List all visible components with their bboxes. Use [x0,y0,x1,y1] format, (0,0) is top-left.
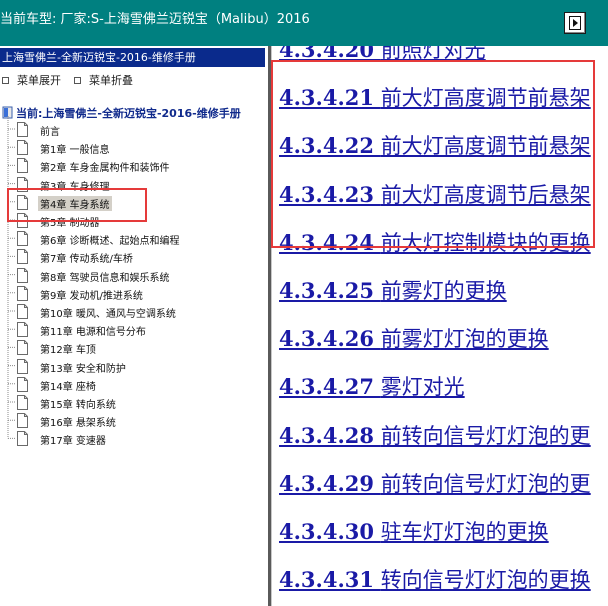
document-icon [17,395,28,410]
document-icon [17,322,28,338]
section-number: 4.3.4.30 [279,519,374,544]
navigate-button[interactable] [564,12,586,34]
tree-item-label: 第17章 变速器 [40,436,106,448]
document-icon [17,413,28,429]
document-icon [17,340,28,356]
section-title: 雾灯对光 [380,375,465,400]
document-icon [17,231,28,247]
section-link[interactable]: 4.3.4.29 前转向信号灯灯泡的更 [279,468,591,498]
section-link[interactable]: 4.3.4.28 前转向信号灯灯泡的更 [279,420,591,450]
section-link[interactable]: 4.3.4.30 驻车灯灯泡的更换 [279,516,549,546]
tree-item-label: 第13章 安全和防护 [40,363,126,375]
section-title: 前转向信号灯灯泡的更 [380,423,591,448]
section-title: 前雾灯灯泡的更换 [380,327,549,352]
tree-item-label: 第8章 驾驶员信息和娱乐系统 [40,272,170,284]
section-link[interactable]: 4.3.4.25 前雾灯的更换 [279,275,507,305]
tree-item-label: 第14章 座椅 [40,381,96,393]
document-icon [17,358,28,374]
sidebar: 上海雪佛兰-全新迈锐宝-2016-维修手册 菜单展开 菜单折叠 当前:上海雪佛兰… [0,46,268,606]
document-icon [17,376,28,392]
section-title: 转向信号灯灯泡的更换 [380,568,591,593]
tree-item-label: 第15章 转向系统 [40,400,116,411]
tree-item-label: 前言 [40,127,60,138]
document-icon [17,431,28,447]
section-number: 4.3.4.27 [279,374,374,400]
tree-item-label: 第7章 传动系统/车桥 [40,254,133,266]
section-link[interactable]: 4.3.4.26 前雾灯灯泡的更换 [279,323,549,353]
section-number: 4.3.4.28 [279,422,374,448]
highlight-box-sections [271,60,595,248]
tree-item-label: 第2章 车身金属构件和装饰件 [40,163,170,175]
section-number: 4.3.4.29 [279,470,374,496]
document-icon [17,158,28,174]
section-number: 4.3.4.26 [279,326,374,352]
section-title: 前雾灯的更换 [380,279,507,303]
tree-item-label: 第11章 电源和信号分布 [40,327,146,339]
document-icon [17,249,28,265]
section-link[interactable]: 4.3.4.31 转向信号灯灯泡的更换 [279,564,591,594]
section-link[interactable]: 4.3.4.27 雾灯对光 [279,371,465,401]
tree-item-label: 第9章 发动机/推进系统 [40,290,143,302]
document-icon [17,122,28,137]
tree-item-label: 第16章 悬架系统 [40,418,116,430]
document-icon [17,304,28,319]
document-icon [17,140,28,156]
current-model-label: 当前车型: 厂家:S-上海雪佛兰迈锐宝（Malibu）2016 [0,12,310,27]
section-number: 4.3.4.31 [279,567,374,593]
tree-item-label: 第1章 一般信息 [40,145,110,157]
highlight-box-chapter [7,188,147,222]
document-icon [17,267,28,283]
arrow-right-icon [569,16,581,30]
tree-item-label: 第10章 暖风、通风与空调系统 [40,309,176,320]
tree-item-label: 第12章 车顶 [40,345,96,357]
section-number: 4.3.4.25 [279,278,374,303]
section-title: 前转向信号灯灯泡的更 [380,471,591,496]
section-title: 驻车灯灯泡的更换 [380,520,549,544]
top-bar: 当前车型: 厂家:S-上海雪佛兰迈锐宝（Malibu）2016 [0,0,608,46]
tree-item-label: 第6章 诊断概述、起始点和编程 [40,236,180,248]
document-icon [17,285,28,301]
